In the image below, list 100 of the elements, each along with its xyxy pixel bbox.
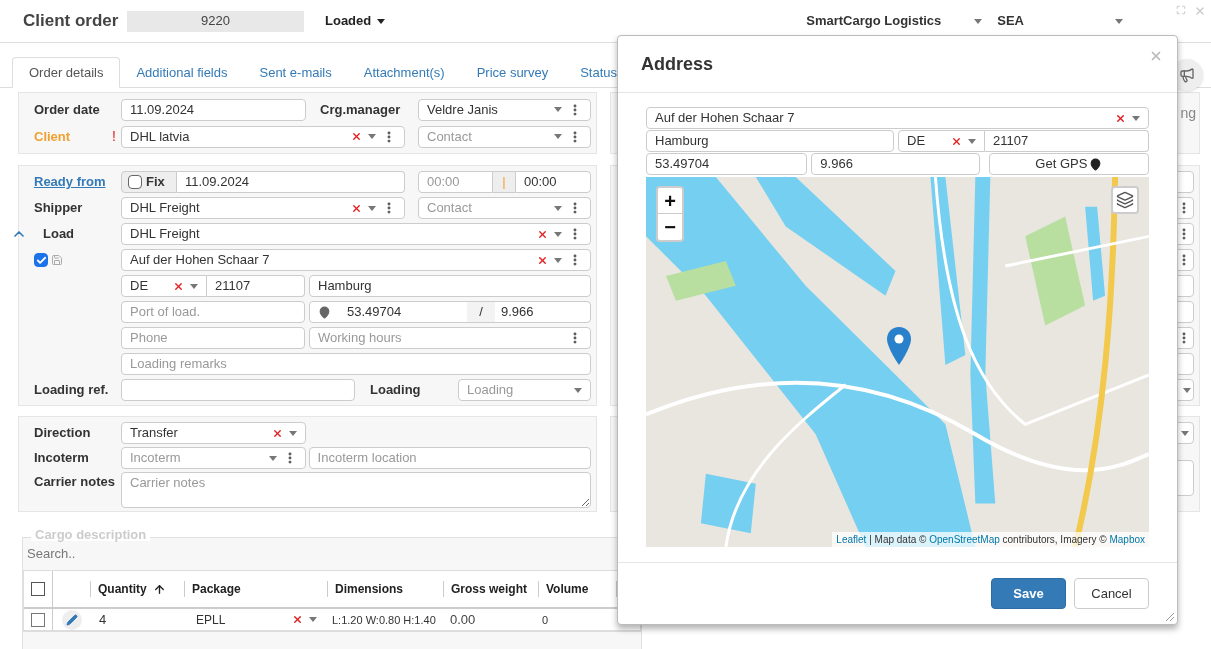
clear-icon[interactable]: [173, 280, 184, 292]
country-select[interactable]: DE: [121, 275, 207, 297]
input-field[interactable]: 11.09.2024: [177, 171, 405, 193]
caret-icon: [554, 107, 562, 112]
checkbox[interactable]: [31, 582, 45, 597]
package-select[interactable]: EPLL: [184, 610, 327, 629]
caret-icon: [268, 455, 277, 461]
clear-icon[interactable]: [272, 427, 283, 439]
address-select[interactable]: Auf der Hohen Schaar 7: [646, 107, 1149, 129]
input-field[interactable]: 00:00: [515, 171, 591, 193]
direction-select[interactable]: Transfer: [121, 422, 306, 444]
tab[interactable]: Attachment(s): [347, 57, 461, 88]
company-dropdown[interactable]: SmartCargo Logistics: [806, 11, 987, 31]
status-dropdown[interactable]: Loaded: [325, 11, 386, 31]
caret-icon: [1115, 18, 1124, 24]
checkbox[interactable]: [34, 253, 48, 267]
clear-icon[interactable]: [1115, 112, 1126, 124]
ready-from-link[interactable]: Ready from: [34, 172, 121, 192]
zoom-out-button[interactable]: −: [658, 214, 682, 240]
column-header[interactable]: Dimensions: [327, 581, 443, 598]
column-header[interactable]: Quantity: [90, 581, 184, 598]
attribution-link[interactable]: Mapbox: [1109, 534, 1145, 545]
clear-icon[interactable]: [292, 614, 303, 626]
input-field[interactable]: 21107: [207, 275, 305, 297]
zoom-in-button[interactable]: +: [658, 188, 682, 214]
clear-icon[interactable]: [537, 228, 548, 240]
country-select[interactable]: DE: [898, 130, 985, 152]
field-label: Client: [34, 127, 72, 146]
field-label: Loading: [370, 381, 422, 400]
checkbox[interactable]: [31, 612, 45, 627]
edit-button[interactable]: [61, 609, 82, 630]
table-cell-text: 0.00: [449, 611, 477, 629]
shipper-select[interactable]: DHL Freight: [121, 197, 405, 219]
caret-icon: [574, 387, 582, 393]
field-label: ng: [1180, 104, 1196, 123]
column-header[interactable]: Volume: [538, 581, 616, 598]
caret-icon: [289, 430, 297, 436]
caret-icon: [554, 231, 562, 237]
tab[interactable]: Status: [564, 57, 634, 88]
column-header[interactable]: Package: [184, 581, 327, 598]
input-field[interactable]: Hamburg: [309, 275, 591, 297]
tab[interactable]: Sent e-mails: [243, 57, 348, 88]
address-select[interactable]: Auf der Hohen Schaar 7: [121, 249, 591, 271]
table-cell-text: 0: [541, 612, 550, 628]
field-label: Load: [42, 225, 76, 244]
tab[interactable]: Price survey: [460, 57, 565, 88]
layers-icon: [1116, 191, 1134, 209]
caret-icon: [554, 134, 562, 139]
attribution-link[interactable]: Leaflet: [836, 534, 867, 545]
coordinate-separator: /: [467, 302, 495, 322]
attribution-link[interactable]: OpenStreetMap: [929, 534, 1000, 545]
caret-icon: [1183, 387, 1191, 393]
latitude-value: 53.49704: [347, 303, 403, 322]
get-gps-button[interactable]: Get GPS: [988, 153, 1149, 175]
pencil-icon: [65, 613, 78, 626]
tab[interactable]: Additional fields: [120, 57, 244, 88]
mode-dropdown[interactable]: SEA: [997, 11, 1128, 31]
save-button[interactable]: Save: [991, 578, 1066, 609]
field-label: Order date: [34, 100, 101, 119]
caret-icon: [554, 205, 562, 211]
input-field[interactable]: 9.966: [811, 153, 980, 175]
caret-icon: [554, 257, 562, 263]
input-field[interactable]: 11.09.2024: [121, 98, 306, 121]
checkbox[interactable]: [128, 175, 142, 189]
client-select[interactable]: DHL latvia: [121, 125, 405, 148]
layers-button[interactable]: [1111, 186, 1139, 214]
required-mark: !: [112, 127, 117, 146]
table-cell-text: 4: [98, 611, 108, 629]
cancel-button[interactable]: Cancel: [1074, 578, 1149, 609]
field-label: Direction: [34, 424, 92, 443]
dialog-title: Address: [641, 52, 714, 76]
manager-select[interactable]: Veldre Janis: [418, 98, 591, 121]
clear-icon[interactable]: [537, 254, 548, 266]
caret-icon: [190, 283, 198, 289]
fix-toggle[interactable]: Fix: [121, 171, 177, 193]
caret-icon: [974, 18, 983, 24]
caret-icon: [377, 18, 386, 24]
search-field[interactable]: Search..: [27, 546, 327, 562]
caret-icon: [368, 205, 376, 211]
location-icon: [318, 305, 331, 319]
load-select[interactable]: DHL Freight: [121, 223, 591, 245]
resize-grip-icon[interactable]: [1165, 612, 1175, 622]
input-field[interactable]: 53.49704: [646, 153, 808, 175]
input-field[interactable]: 21107: [985, 130, 1149, 152]
map-marker-icon[interactable]: [887, 327, 911, 365]
longitude-value: 9.966: [500, 303, 534, 322]
clear-icon[interactable]: [351, 202, 362, 214]
page-title: Client order: [23, 10, 120, 33]
input-field[interactable]: Hamburg: [646, 130, 894, 152]
caret-icon: [309, 617, 317, 623]
map-pin-icon: [1089, 157, 1103, 171]
column-header[interactable]: Gross weight: [443, 581, 538, 598]
input-field[interactable]: [121, 379, 355, 401]
clear-icon[interactable]: [951, 135, 962, 147]
clear-icon[interactable]: [351, 131, 362, 142]
order-number-field[interactable]: 9220: [127, 10, 304, 32]
tab[interactable]: Order details: [12, 57, 121, 88]
field-label: Incoterm: [34, 449, 90, 468]
carrier-notes-field[interactable]: Carrier notes: [121, 472, 591, 508]
map-attribution: Leaflet | Map data © OpenStreetMap contributors, Imagery © Mapbox: [832, 532, 1149, 547]
